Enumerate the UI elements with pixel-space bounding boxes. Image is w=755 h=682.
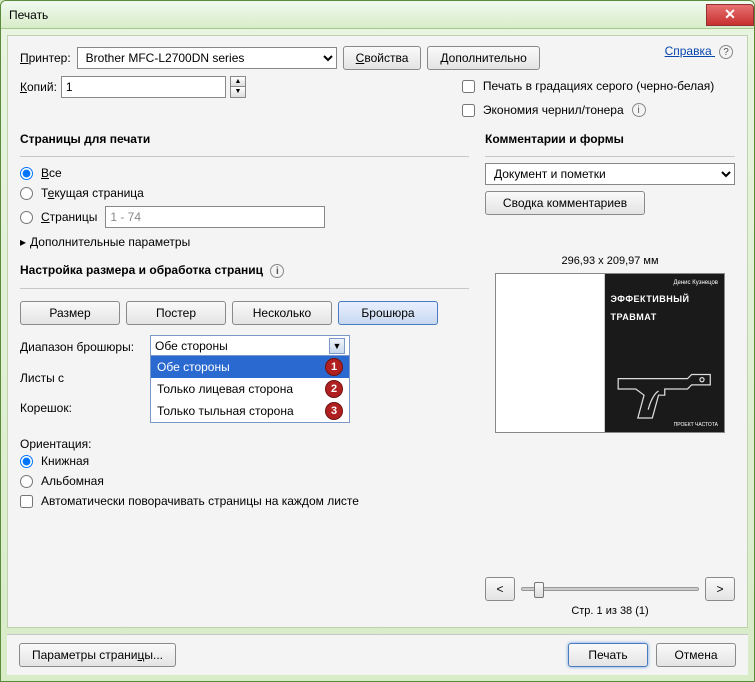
main-columns: Страницы для печати Все Текущая страница… [20,126,735,617]
preview-book-title-2: ТРАВМАТ [611,312,719,322]
pages-section-title: Страницы для печати [20,132,469,146]
spinner-down[interactable]: ▼ [231,87,245,97]
annotation-badge-1: 1 [325,358,343,376]
orientation-landscape-row[interactable]: Альбомная [20,474,469,488]
poster-button[interactable]: Постер [126,301,226,325]
inksave-label: Экономия чернил/тонера [483,103,624,117]
print-button[interactable]: Печать [568,643,648,667]
preview-page-right: Денис Кузнецов ЭФФЕКТИВНЫЙ ТРАВМАТ ПРОЕК… [605,274,725,432]
annotation-badge-3: 3 [325,402,343,420]
page-setup-button[interactable]: Параметры страницы... [19,643,176,667]
slider-thumb[interactable] [534,582,544,598]
dropdown-option-2[interactable]: Только лицевая сторона 2 [151,378,349,400]
pages-current-radio-row[interactable]: Текущая страница [20,186,469,200]
sheets-label: Листы с [20,371,150,385]
more-params-expander[interactable]: ▸ Дополнительные параметры [20,235,469,249]
landscape-radio[interactable] [20,475,33,488]
inksave-check-row[interactable]: Экономия чернил/тонера i [462,103,714,117]
portrait-radio[interactable] [20,455,33,468]
chevron-right-icon: ▸ [20,235,26,249]
print-dialog-window: Печать ✕ Справка ? Принтер: Brother MFC-… [0,0,755,682]
pages-range-radio[interactable] [20,211,33,224]
left-column: Страницы для печати Все Текущая страница… [20,126,469,617]
booklet-button[interactable]: Брошюра [338,301,438,325]
titlebar: Печать ✕ [1,1,754,29]
size-button[interactable]: Размер [20,301,120,325]
preview-nav-row: < > [485,571,735,601]
annotation-badge-2: 2 [325,380,343,398]
pages-range-input[interactable] [105,206,325,228]
preview-page-left [496,274,605,432]
preview-box: Денис Кузнецов ЭФФЕКТИВНЫЙ ТРАВМАТ ПРОЕК… [495,273,725,433]
dropdown-option-3[interactable]: Только тыльная сторона 3 [151,400,349,422]
window-title: Печать [9,8,48,22]
sizing-section-title: Настройка размера и обработка страниц i [20,263,469,278]
autorotate-checkbox[interactable] [20,495,33,508]
orientation-portrait-row[interactable]: Книжная [20,454,469,468]
right-column: Комментарии и формы Документ и пометки С… [485,126,735,617]
advanced-button[interactable]: Дополнительно [427,46,539,70]
comments-summary-button[interactable]: Сводка комментариев [485,191,645,215]
properties-button[interactable]: Свойства [343,46,422,70]
next-page-button[interactable]: > [705,577,735,601]
printer-select[interactable]: Brother MFC-L2700DN series [77,47,337,69]
sizing-buttons-row: Размер Постер Несколько Брошюра [20,301,469,325]
cancel-button[interactable]: Отмена [656,643,736,667]
info-icon: i [270,264,284,278]
copies-label: Копий: [20,80,57,94]
booklet-range-label: Диапазон брошюры: [20,340,150,354]
printer-row: Принтер: Brother MFC-L2700DN series Свой… [20,46,735,70]
booklet-range-row: Диапазон брошюры: Обе стороны ▼ Обе стор… [20,335,469,359]
info-icon: i [632,103,646,117]
inksave-checkbox[interactable] [462,104,475,117]
page-indicator: Стр. 1 из 38 (1) [485,605,735,617]
help-link[interactable]: Справка ? [665,44,733,59]
dropdown-option-1[interactable]: Обе стороны 1 [151,356,349,378]
spine-label: Корешок: [20,401,150,415]
orientation-section-title: Ориентация: [20,437,469,451]
dialog-content: Справка ? Принтер: Brother MFC-L2700DN s… [7,35,748,628]
printer-label: Принтер: [20,51,71,65]
preview-book-title-1: ЭФФЕКТИВНЫЙ [611,294,719,304]
comments-section-title: Комментарии и формы [485,132,735,146]
grayscale-checkbox[interactable] [462,80,475,93]
pages-all-radio[interactable] [20,167,33,180]
copies-spinner: ▲ ▼ [230,76,246,98]
comments-select[interactable]: Документ и пометки [485,163,735,185]
preview-dimensions: 296,93 x 209,97 мм [485,255,735,267]
pages-all-radio-row[interactable]: Все [20,166,469,180]
close-icon: ✕ [724,6,736,23]
multiple-button[interactable]: Несколько [232,301,332,325]
autorotate-row[interactable]: Автоматически поворачивать страницы на к… [20,494,469,508]
pages-current-radio[interactable] [20,187,33,200]
prev-page-button[interactable]: < [485,577,515,601]
copies-options-row: Копий: ▲ ▼ Печать в градациях серого (че… [20,76,735,120]
chevron-down-icon: ▼ [329,338,345,354]
help-icon: ? [719,45,733,59]
preview-book-footer: ПРОЕКТ ЧАСТОТА [674,422,718,428]
grayscale-check-row[interactable]: Печать в градациях серого (черно-белая) [462,79,714,93]
close-button[interactable]: ✕ [706,4,754,26]
dropdown-display[interactable]: Обе стороны ▼ [151,336,349,356]
copies-input[interactable] [61,76,226,98]
spinner-up[interactable]: ▲ [231,77,245,87]
dialog-footer: Параметры страницы... Печать Отмена [7,634,748,675]
zoom-slider[interactable] [521,587,699,591]
gun-illustration [613,360,716,422]
grayscale-label: Печать в градациях серого (черно-белая) [483,79,714,93]
preview-author: Денис Кузнецов [611,280,719,286]
pages-range-radio-row[interactable]: Страницы [20,206,469,228]
booklet-range-dropdown[interactable]: Обе стороны ▼ Обе стороны 1 Только лицев… [150,335,350,423]
